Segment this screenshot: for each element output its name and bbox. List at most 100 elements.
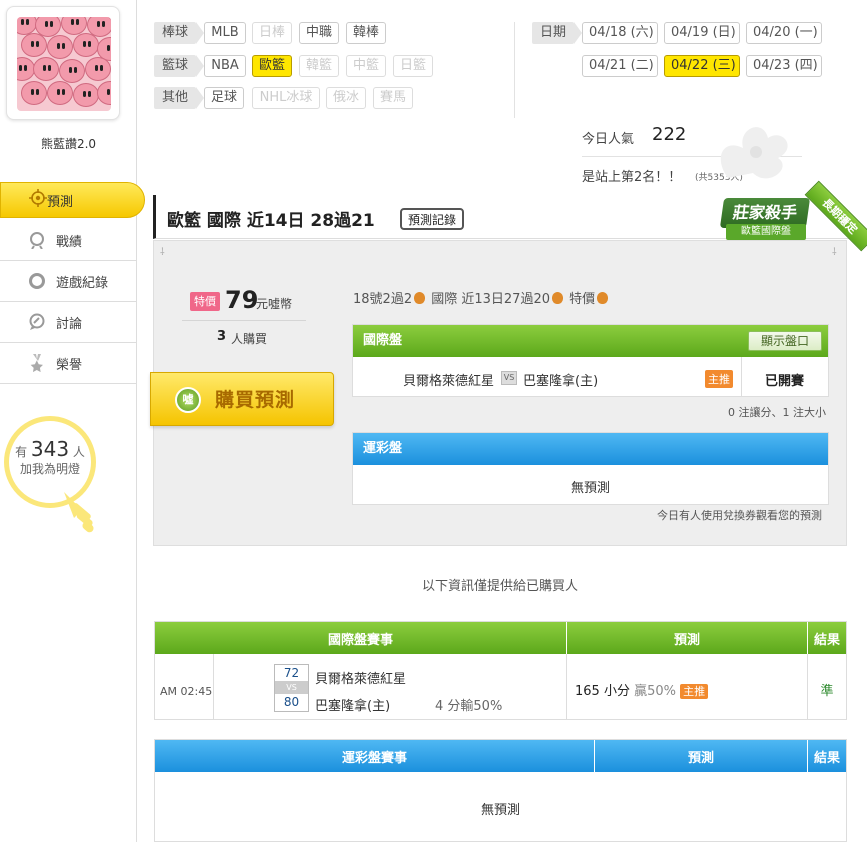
buy-prediction-button[interactable]: 噓 購買預測 [150, 372, 334, 426]
show-odds-button[interactable]: 顯示盤口 [747, 331, 822, 351]
lottery-header: 運彩盤 [353, 433, 828, 465]
intl-team-away: 貝爾格萊德紅星 [403, 374, 495, 389]
pred-main-tag: 主推 [680, 684, 709, 699]
score-box: 72 VS 80 [274, 664, 309, 712]
col-header-lottery-match: 運彩盤賽事 [155, 740, 594, 772]
date-0419[interactable]: 04/19 (日) [664, 22, 740, 44]
nav-item-honor[interactable]: 榮譽 [0, 343, 137, 384]
col-header-result: 結果 [808, 622, 846, 654]
date-0423[interactable]: 04/23 (四) [746, 55, 822, 77]
col-header-lottery-prediction: 預測 [595, 740, 807, 772]
pred-rate: 贏50% [634, 684, 677, 699]
intl-divider [741, 357, 742, 397]
filter-category-baseball: 棒球 [154, 22, 205, 44]
lottery-table-empty: 無預測 [480, 803, 520, 818]
spread-result: 4 分輸50% [435, 699, 503, 714]
lottery-odds-table: 運彩盤 無預測 [352, 432, 829, 505]
col-divider [566, 654, 567, 719]
filter-korea-basketball: 韓籃 [299, 55, 339, 77]
ring-icon [28, 272, 46, 290]
intl-detail-table: 國際盤賽事 預測 結果 AM 02:45 72 VS 80 貝爾格萊德紅星 巴塞… [154, 621, 847, 720]
summary-part2: 國際 近13日27過20 [431, 292, 550, 307]
offer-price: 79 [225, 286, 259, 314]
date-0420[interactable]: 04/20 (一) [746, 22, 822, 44]
filter-soccer[interactable]: 足球 [204, 87, 244, 109]
target-icon [29, 189, 47, 211]
bulb-base-icon [64, 492, 94, 533]
summary-part3: 特價 [569, 292, 596, 307]
username: 熊藍讚2.0 [40, 137, 97, 151]
prediction-summary: 18號2過2 國際 近13日27過20 特價 [353, 288, 610, 307]
history-button[interactable]: 預測記錄 [400, 208, 465, 230]
pin-right-icon: ⸸ [832, 247, 837, 258]
popularity-rank: 是站上第2名！！ [582, 170, 682, 185]
buy-coin-icon: 噓 [175, 387, 201, 413]
popularity-label: 今日人氣 [582, 132, 635, 147]
avatar[interactable] [6, 6, 120, 120]
score-vs: VS [275, 681, 308, 694]
filter-category-other: 其他 [154, 87, 205, 109]
match-time: AM 02:45 [160, 685, 213, 698]
buy-button-label: 購買預測 [215, 389, 296, 411]
filter-japan-basketball: 日籃 [393, 55, 433, 77]
intl-odds-table: 國際盤 顯示盤口 貝爾格萊德紅星 VS 巴塞隆拿(主) 主推 已開賽 [352, 324, 829, 397]
chat-icon [28, 313, 46, 331]
dealer-killer-badge: 莊家殺手 歐籃國際盤 [716, 194, 816, 246]
nav-label-record: 戰績 [56, 234, 83, 250]
filter-horse-racing: 賽馬 [373, 87, 413, 109]
filter-category-basketball: 籃球 [154, 55, 205, 77]
medal-icon [28, 354, 46, 372]
popularity-count: 222 [652, 124, 687, 145]
filter-euro-basketball[interactable]: 歐籃 [252, 55, 292, 77]
nav-item-predict[interactable]: 預測 [0, 182, 145, 218]
nav-item-record[interactable]: 戰績 [0, 220, 137, 261]
date-0418[interactable]: 04/18 (六) [582, 22, 658, 44]
col-divider [213, 654, 214, 719]
score-away: 72 [283, 666, 300, 680]
pin-left-icon: ⸸ [160, 247, 165, 258]
filter-divider [514, 22, 515, 118]
offer-divider [182, 320, 306, 321]
filter-russia-hockey: 俄冰 [326, 87, 366, 109]
filter-nba[interactable]: NBA [204, 55, 246, 77]
score-home: 80 [283, 695, 300, 709]
fans-text: 加我為明燈 [19, 462, 80, 476]
detail-prediction: 165 小分 贏50% 主推 [575, 680, 709, 699]
nav-label-predict: 預測 [47, 194, 74, 210]
fans-unit: 人 [72, 445, 85, 459]
avatar-image [17, 17, 111, 111]
nav-item-game-log[interactable]: 遊戲紀錄 [0, 261, 137, 302]
special-price-tag: 特價 [190, 292, 220, 311]
coin-bag-icon [552, 292, 563, 304]
nav-label-discuss: 討論 [56, 316, 83, 332]
nav-item-discuss[interactable]: 討論 [0, 302, 137, 343]
lottery-empty: 無預測 [570, 481, 610, 496]
filter-nhl: NHL冰球 [252, 87, 320, 109]
offer-currency: 元噓幣 [256, 297, 293, 311]
nav-label-game-log: 遊戲紀錄 [56, 275, 109, 291]
filter-china-basketball: 中籃 [346, 55, 386, 77]
filter-cpbl[interactable]: 中職 [299, 22, 339, 44]
filter-korea-baseball[interactable]: 韓棒 [346, 22, 386, 44]
result-value: 準 [820, 684, 834, 699]
lottery-detail-table: 運彩盤賽事 預測 結果 無預測 [154, 739, 847, 842]
buyer-count: 3 [217, 329, 227, 344]
nav-label-honor: 榮譽 [56, 357, 83, 373]
vs-icon: VS [501, 371, 517, 385]
intl-note: 0 注讓分、1 注大小 [728, 406, 826, 419]
coin-bag-icon [414, 292, 426, 304]
date-0421[interactable]: 04/21 (二) [582, 55, 658, 77]
col-header-lottery-result: 結果 [808, 740, 846, 772]
date-label: 日期 [532, 22, 583, 44]
buyer-label: 人購買 [231, 332, 268, 346]
date-0422[interactable]: 04/22 (三) [664, 55, 740, 77]
fans-count: 343 [30, 437, 70, 461]
badge-subtitle: 歐籃國際盤 [726, 224, 806, 240]
fans-prefix: 有 [15, 445, 28, 459]
coin-bag-icon [597, 292, 609, 304]
sidebar: 熊藍讚2.0 預測 戰績 遊戲紀錄 討論 榮譽 有 343 人 加我為明燈 [0, 0, 145, 842]
main-pick-tag: 主推 [705, 370, 733, 388]
filter-mlb[interactable]: MLB [204, 22, 246, 44]
detail-team-home: 巴塞隆拿(主) [315, 699, 391, 714]
pred-label: 小分 [603, 684, 630, 699]
